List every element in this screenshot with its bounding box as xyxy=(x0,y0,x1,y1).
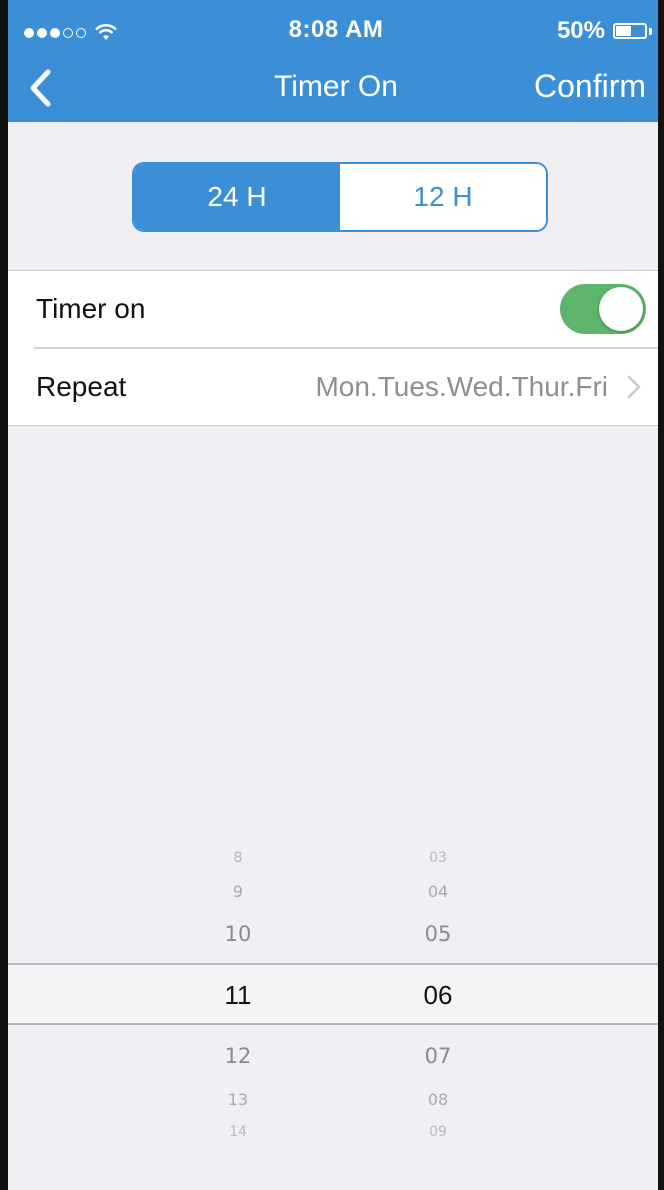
top-bar: 8:08 AM 50% Timer On Confirm xyxy=(8,0,664,122)
timer-on-switch[interactable] xyxy=(560,284,646,334)
switch-knob xyxy=(599,287,643,331)
format-12h-button[interactable]: 12 H xyxy=(340,164,546,230)
hour-option[interactable]: 14 xyxy=(178,1124,298,1140)
hour-option[interactable]: 8 xyxy=(178,850,298,866)
hour-option[interactable]: 13 xyxy=(178,1090,298,1109)
battery-percent: 50% xyxy=(556,17,605,44)
selected-minute[interactable]: 06 xyxy=(378,980,498,1011)
chevron-right-icon xyxy=(627,375,641,399)
picker-line-bottom xyxy=(8,1023,664,1025)
battery-indicator: 50% xyxy=(557,17,652,45)
format-24h-button[interactable]: 24 H xyxy=(134,164,340,230)
hour-option[interactable]: 9 xyxy=(178,882,298,901)
selected-hour[interactable]: 11 xyxy=(178,980,298,1011)
settings-list: Timer on Repeat Mon.Tues.Wed.Thur.Fri xyxy=(8,270,664,426)
minute-option[interactable]: 09 xyxy=(378,1124,498,1140)
minute-option[interactable]: 04 xyxy=(378,882,498,901)
hour-option[interactable]: 10 xyxy=(178,922,298,946)
phone-screen: 8:08 AM 50% Timer On Confirm 24 H 12 H T… xyxy=(0,0,664,1190)
navigation-bar: Timer On Confirm xyxy=(8,58,664,122)
timer-on-row: Timer on xyxy=(8,271,664,349)
time-format-toggle: 24 H 12 H xyxy=(132,162,548,232)
hour-wheel[interactable]: 8 9 10 11 12 13 14 xyxy=(178,840,298,1170)
status-bar: 8:08 AM 50% xyxy=(8,0,664,58)
repeat-row[interactable]: Repeat Mon.Tues.Wed.Thur.Fri xyxy=(8,349,664,425)
battery-icon xyxy=(613,23,647,39)
confirm-button[interactable]: Confirm xyxy=(534,68,646,105)
minute-option[interactable]: 05 xyxy=(378,922,498,946)
minute-option[interactable]: 07 xyxy=(378,1044,498,1068)
minute-option[interactable]: 08 xyxy=(378,1090,498,1109)
time-picker[interactable]: 8 9 10 11 12 13 14 03 04 05 06 07 08 09 xyxy=(8,840,664,1170)
minute-wheel[interactable]: 03 04 05 06 07 08 09 xyxy=(378,840,498,1170)
picker-line-top xyxy=(8,963,664,965)
timer-on-label: Timer on xyxy=(36,293,146,324)
hour-option[interactable]: 12 xyxy=(178,1044,298,1068)
minute-option[interactable]: 03 xyxy=(378,850,498,866)
picker-selection-band xyxy=(8,964,664,1024)
repeat-value: Mon.Tues.Wed.Thur.Fri xyxy=(315,371,608,402)
repeat-label: Repeat xyxy=(36,371,127,402)
